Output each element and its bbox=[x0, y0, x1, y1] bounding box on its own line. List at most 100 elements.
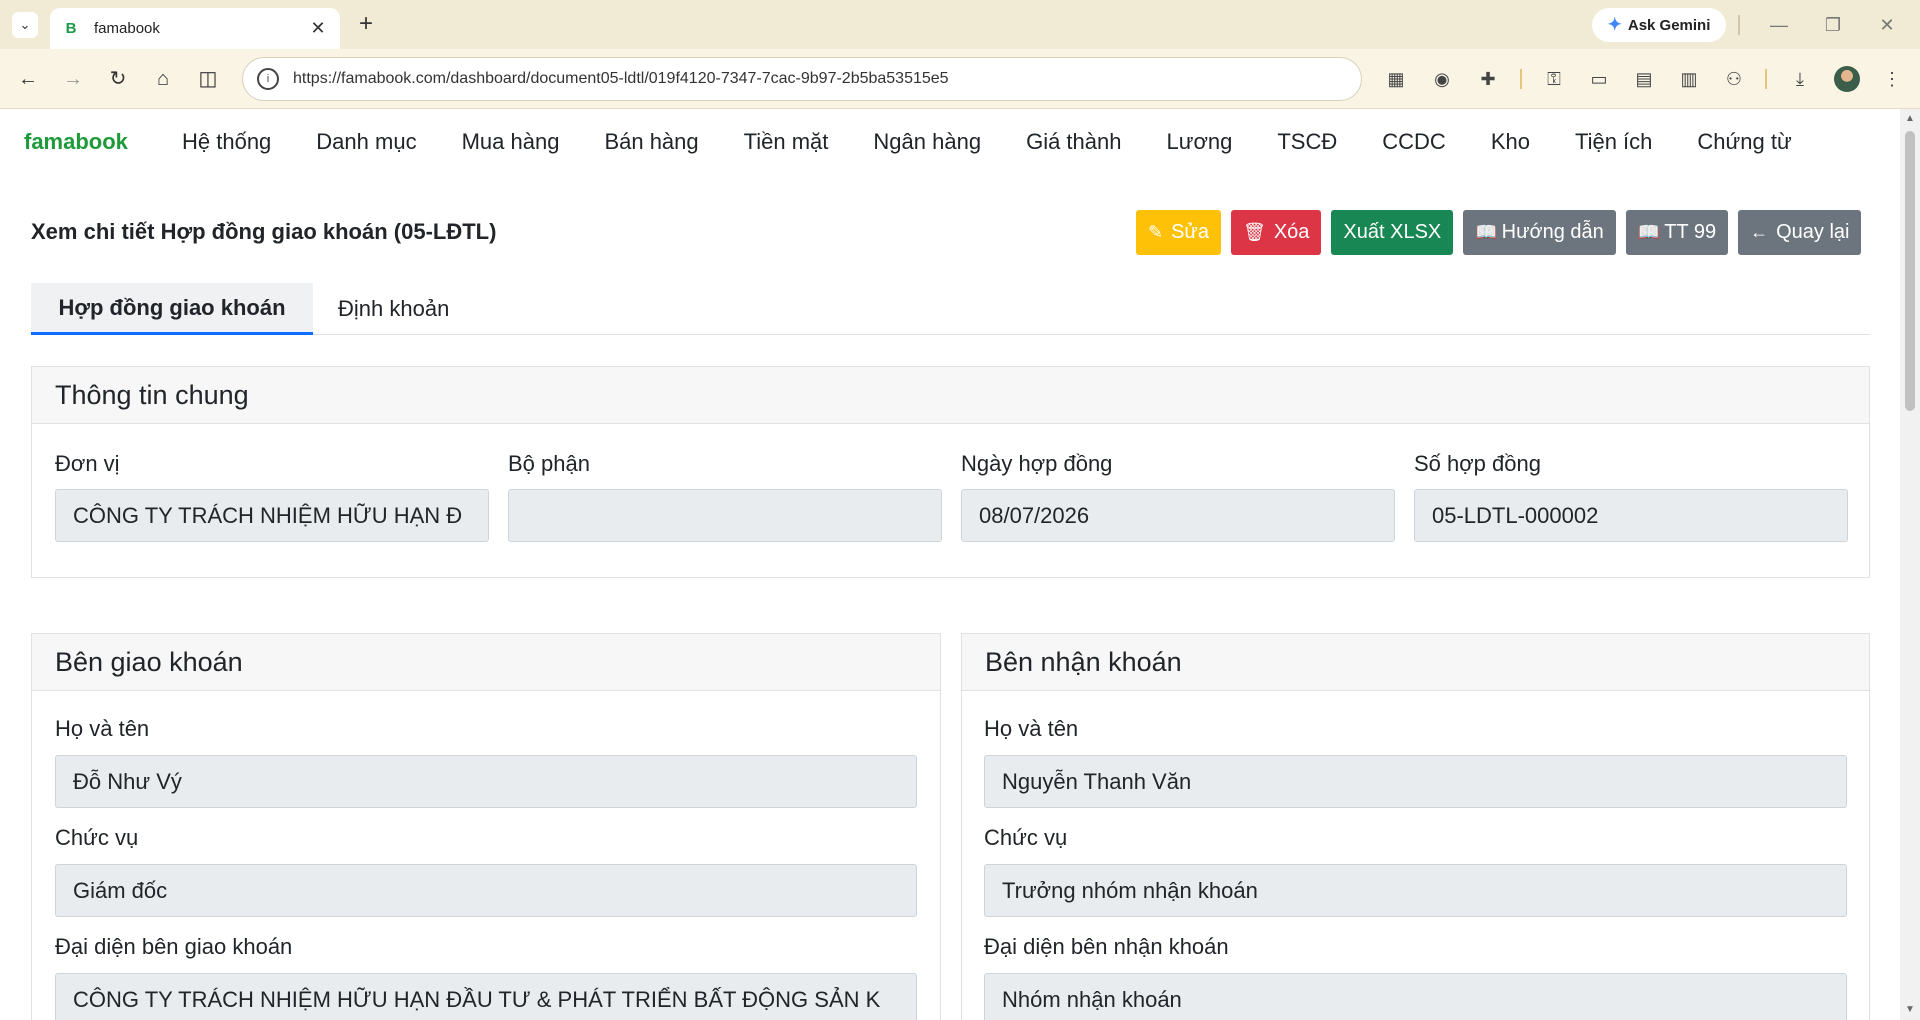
back-arrow-icon[interactable]: ← bbox=[12, 63, 44, 95]
menu-item[interactable]: Giá thành bbox=[1026, 129, 1121, 155]
payment-card-icon[interactable]: ▭ bbox=[1585, 65, 1613, 93]
ask-gemini-button[interactable]: ✦ Ask Gemini bbox=[1592, 8, 1726, 42]
new-tab-icon[interactable]: + bbox=[352, 11, 380, 39]
unit-label: Đơn vị bbox=[55, 451, 120, 476]
menu-item[interactable]: Kho bbox=[1491, 129, 1530, 155]
menu-item[interactable]: Danh mục bbox=[316, 129, 416, 155]
general-info-header: Thông tin chung bbox=[32, 367, 1869, 424]
address-bar[interactable]: i https://famabook.com/dashboard/documen… bbox=[242, 57, 1362, 101]
restore-icon[interactable]: ❐ bbox=[1816, 10, 1850, 40]
screenshot-icon[interactable]: ◉ bbox=[1428, 65, 1456, 93]
toolbar-divider bbox=[1765, 69, 1767, 89]
page-scrollbar[interactable]: ▲ ▼ bbox=[1900, 109, 1920, 1020]
incognito-icon[interactable]: ⚇ bbox=[1720, 65, 1748, 93]
page-title: Xem chi tiết Hợp đồng giao khoán (05-LĐT… bbox=[31, 219, 497, 244]
contract-number-field[interactable]: 05-LDTL-000002 bbox=[1414, 489, 1848, 542]
receiver-representative-field[interactable]: Nhóm nhận khoán bbox=[984, 973, 1847, 1020]
browser-toolbar: ← → ↻ ⌂ ◫ i https://famabook.com/dashboa… bbox=[0, 49, 1920, 109]
reload-icon[interactable]: ↻ bbox=[102, 63, 134, 95]
tt99-button[interactable]: 📖 TT 99 bbox=[1625, 210, 1729, 255]
delete-button-label: Xóa bbox=[1273, 221, 1310, 243]
pencil-icon: ✎ bbox=[1148, 222, 1164, 242]
tab-search-chevron-icon[interactable]: ⌄ bbox=[12, 12, 38, 38]
main-menu: Hệ thống Danh mục Mua hàng Bán hàng Tiền mặt… bbox=[182, 129, 1837, 155]
receiver-position-label: Chức vụ bbox=[984, 825, 1068, 850]
receiver-name-label: Họ và tên bbox=[984, 716, 1079, 741]
contract-date-label: Ngày hợp đồng bbox=[961, 451, 1113, 476]
giver-name-label: Họ và tên bbox=[55, 716, 150, 741]
password-key-icon[interactable]: ⚿ bbox=[1540, 65, 1568, 93]
tt99-button-label: TT 99 bbox=[1664, 221, 1717, 243]
download-icon[interactable]: ⤓ bbox=[1786, 65, 1814, 93]
giver-position-label: Chức vụ bbox=[55, 825, 139, 850]
site-info-icon[interactable]: i bbox=[257, 68, 279, 90]
export-xlsx-button[interactable]: Xuất XLSX bbox=[1331, 210, 1454, 255]
giver-position-field[interactable]: Giám đốc bbox=[55, 864, 917, 917]
edit-button-label: Sửa bbox=[1171, 221, 1209, 243]
browser-tab-bar: ⌄ B famabook ✕ + ✦ Ask Gemini — ❐ ✕ bbox=[0, 0, 1920, 49]
trash-icon: 🗑 bbox=[1242, 222, 1266, 242]
home-icon[interactable]: ⌂ bbox=[147, 63, 179, 95]
menu-item[interactable]: Ngân hàng bbox=[873, 129, 981, 155]
department-field[interactable] bbox=[508, 489, 942, 542]
scroll-thumb[interactable] bbox=[1905, 131, 1915, 411]
giver-card: Bên giao khoán Họ và tên Đỗ Như Vý Chức … bbox=[31, 633, 941, 1020]
back-button[interactable]: ← Quay lại bbox=[1738, 210, 1862, 255]
menu-item[interactable]: Lương bbox=[1166, 129, 1232, 155]
receiver-name-field[interactable]: Nguyễn Thanh Văn bbox=[984, 755, 1847, 808]
action-buttons: ✎ Sửa 🗑 Xóa Xuất XLSX 📖 Hướng dẫn 📖 TT 9… bbox=[1136, 210, 1862, 255]
giver-name-field[interactable]: Đỗ Như Vý bbox=[55, 755, 917, 808]
edit-button[interactable]: ✎ Sửa bbox=[1136, 210, 1221, 255]
giver-representative-field[interactable]: CÔNG TY TRÁCH NHIỆM HỮU HẠN ĐẦU TƯ & PHÁ… bbox=[55, 973, 917, 1020]
book-icon: 📖 bbox=[1637, 222, 1661, 242]
main-nav: famabook Hệ thống Danh mục Mua hàng Bán hàn… bbox=[0, 109, 1900, 179]
scroll-up-icon[interactable]: ▲ bbox=[1900, 111, 1920, 127]
menu-item[interactable]: Bán hàng bbox=[604, 129, 698, 155]
extensions-icon[interactable]: ✚ bbox=[1474, 65, 1502, 93]
qr-code-icon[interactable]: ▦ bbox=[1382, 65, 1410, 93]
export-button-label: Xuất XLSX bbox=[1343, 221, 1442, 243]
receiver-representative-label: Đại diện bên nhận khoán bbox=[984, 934, 1229, 959]
window-close-icon[interactable]: ✕ bbox=[1870, 10, 1904, 40]
menu-item[interactable]: CCDC bbox=[1382, 129, 1446, 155]
url-text[interactable]: https://famabook.com/dashboard/document0… bbox=[293, 70, 949, 88]
menu-item[interactable]: TSCĐ bbox=[1277, 129, 1337, 155]
tab-entry[interactable]: Định khoản bbox=[313, 283, 474, 335]
table-icon[interactable]: ▥ bbox=[1675, 65, 1703, 93]
browser-tab[interactable]: B famabook ✕ bbox=[50, 8, 340, 49]
delete-button[interactable]: 🗑 Xóa bbox=[1230, 210, 1322, 255]
arrow-left-icon: ← bbox=[1750, 222, 1769, 242]
tabbar-divider bbox=[1738, 15, 1740, 35]
minimize-icon[interactable]: — bbox=[1762, 10, 1796, 40]
giver-representative-label: Đại diện bên giao khoán bbox=[55, 934, 293, 959]
detail-tabs: Hợp đồng giao khoán Định khoản bbox=[31, 283, 1870, 335]
general-info-card: Thông tin chung Đơn vị CÔNG TY TRÁCH NHI… bbox=[31, 366, 1870, 578]
menu-item[interactable]: Tiện ích bbox=[1575, 129, 1652, 155]
tab-title: famabook bbox=[94, 20, 160, 37]
more-menu-icon[interactable]: ⋮ bbox=[1878, 65, 1906, 93]
guide-button-label: Hướng dẫn bbox=[1501, 221, 1604, 243]
contract-date-field[interactable]: 08/07/2026 bbox=[961, 489, 1395, 542]
back-button-label: Quay lại bbox=[1776, 221, 1850, 243]
menu-item[interactable]: Mua hàng bbox=[462, 129, 560, 155]
giver-header: Bên giao khoán bbox=[32, 634, 940, 691]
receiver-position-field[interactable]: Trưởng nhóm nhận khoán bbox=[984, 864, 1847, 917]
favicon-icon: B bbox=[65, 20, 77, 37]
guide-button[interactable]: 📖 Hướng dẫn bbox=[1463, 210, 1616, 255]
split-view-icon[interactable]: ◫ bbox=[192, 63, 224, 95]
menu-item[interactable]: Chứng từ bbox=[1697, 129, 1791, 155]
tab-close-icon[interactable]: ✕ bbox=[308, 18, 328, 39]
menu-item[interactable]: Tiền mặt bbox=[744, 129, 829, 155]
department-label: Bộ phận bbox=[508, 451, 590, 476]
unit-field[interactable]: CÔNG TY TRÁCH NHIỆM HỮU HẠN Đ bbox=[55, 489, 489, 542]
forward-arrow-icon[interactable]: → bbox=[57, 63, 89, 95]
contract-number-label: Số hợp đồng bbox=[1414, 451, 1541, 476]
gemini-star-icon: ✦ bbox=[1607, 15, 1622, 34]
tab-contract[interactable]: Hợp đồng giao khoán bbox=[31, 283, 313, 335]
scroll-down-icon[interactable]: ▼ bbox=[1900, 1002, 1920, 1018]
toolbar-divider bbox=[1520, 69, 1522, 89]
profile-avatar[interactable] bbox=[1834, 66, 1860, 92]
reading-mode-icon[interactable]: ▤ bbox=[1630, 65, 1658, 93]
brand-logo[interactable]: famabook bbox=[24, 129, 128, 155]
menu-item[interactable]: Hệ thống bbox=[182, 129, 271, 155]
